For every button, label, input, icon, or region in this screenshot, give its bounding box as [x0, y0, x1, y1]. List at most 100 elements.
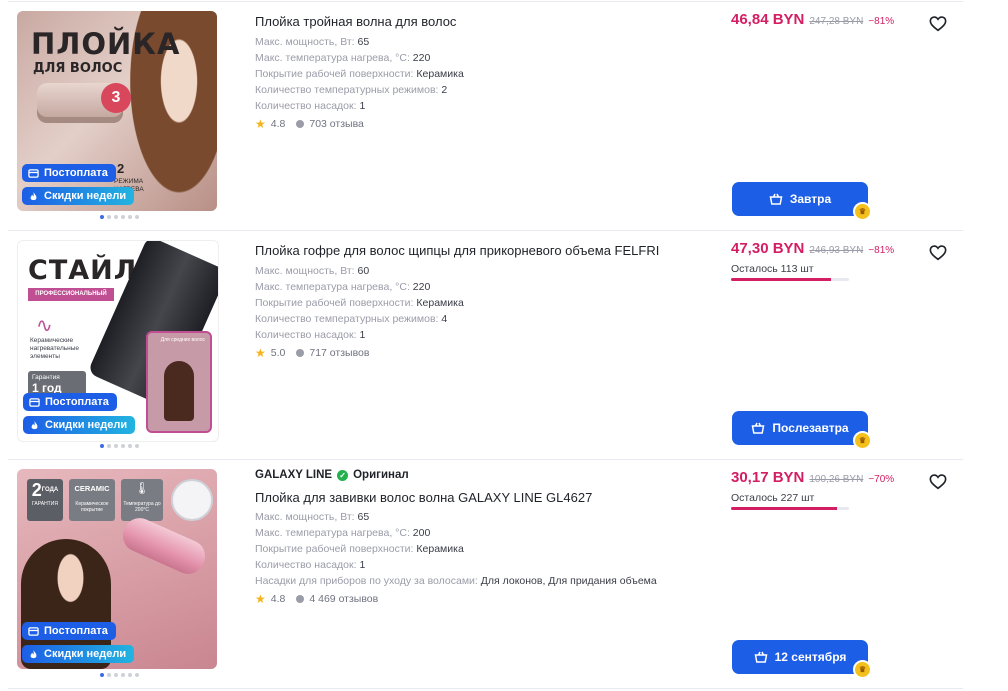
- rating-value: 5.0: [270, 347, 286, 359]
- divider: [8, 459, 963, 460]
- brand-name[interactable]: GALAXY LINE: [255, 469, 332, 481]
- rating-row[interactable]: ★ 5.0 717 отзывов: [255, 346, 369, 360]
- postpay-label: Постоплата: [44, 167, 108, 179]
- add-to-cart-button[interactable]: 12 сентября ♛: [732, 640, 872, 679]
- delivery-date-label: Послезавтра: [772, 421, 849, 435]
- crown-icon: ♛: [853, 660, 872, 679]
- stock-remaining: Осталось 227 шт: [731, 492, 815, 504]
- postpay-label: Постоплата: [44, 625, 108, 637]
- divider: [8, 688, 963, 689]
- original-label: Оригинал: [353, 469, 409, 481]
- quality-seal-icon: [171, 479, 213, 521]
- favorite-heart-icon[interactable]: [929, 244, 947, 262]
- check-icon: ✓: [337, 469, 349, 481]
- spec-row: Макс. мощность, Вт: 65: [255, 36, 370, 48]
- image-carousel-dots[interactable]: [100, 444, 139, 448]
- star-icon: ★: [255, 346, 266, 360]
- product-title[interactable]: Плойка тройная волна для волос: [255, 14, 456, 29]
- basket-icon: [769, 193, 783, 205]
- postpay-label: Постоплата: [45, 396, 109, 408]
- stock-bar-fill: [731, 278, 832, 281]
- spec-row: Макс. температура нагрева, °С: 200: [255, 527, 431, 539]
- price-old: 246,93 BYN: [809, 245, 864, 256]
- comment-icon: [296, 349, 305, 357]
- warranty-tag: 2ГОДА ГАРАНТИЯ: [27, 479, 63, 521]
- crown-icon: ♛: [853, 431, 872, 450]
- product-image[interactable]: 2ГОДА ГАРАНТИЯ CERAMIC Керамическое покр…: [17, 469, 217, 669]
- ceramic-tag: CERAMIC Керамическое покрытие: [69, 479, 115, 521]
- favorite-heart-icon[interactable]: [929, 15, 947, 33]
- brand-row[interactable]: GALAXY LINE ✓ Оригинал: [255, 469, 409, 481]
- spec-row: Количество температурных режимов: 2: [255, 84, 448, 96]
- stock-bar-fill: [731, 507, 838, 510]
- reviews-count: 4 469 отзывов: [309, 593, 379, 605]
- postpay-badge: Постоплата: [22, 622, 116, 640]
- comment-icon: [296, 595, 305, 603]
- postpay-badge: Постоплата: [22, 164, 116, 182]
- price-block: 46,84 BYN 247,28 BYN −81%: [731, 11, 894, 28]
- week-sale-badge: Скидки недели: [23, 416, 136, 434]
- postpay-badge: Постоплата: [23, 393, 117, 411]
- image-carousel-dots[interactable]: [100, 673, 139, 677]
- rating-row[interactable]: ★ 4.8 4 469 отзывов: [255, 592, 378, 606]
- price-block: 30,17 BYN 100,26 BYN −70%: [731, 469, 894, 486]
- pro-tag: ПРОФЕССИОНАЛЬНЫЙ: [28, 288, 114, 301]
- rating-value: 4.8: [270, 593, 286, 605]
- spec-row: Количество насадок: 1: [255, 329, 366, 341]
- card-icon: [29, 397, 40, 407]
- price-old: 247,28 BYN: [809, 16, 864, 27]
- price-block: 47,30 BYN 246,93 BYN −81%: [731, 240, 894, 257]
- discount-percent: −81%: [868, 245, 895, 256]
- image-carousel-dots[interactable]: [100, 215, 139, 219]
- divider: [8, 230, 963, 231]
- reviews-count: 703 отзыва: [309, 118, 364, 130]
- reviews-count: 717 отзывов: [309, 347, 370, 359]
- discount-percent: −81%: [868, 16, 895, 27]
- rating-value: 4.8: [270, 118, 286, 130]
- spec-row: Количество температурных режимов: 4: [255, 313, 448, 325]
- temperature-tag: 🌡 Температура до 200°С: [121, 479, 163, 521]
- thermometer-icon: 🌡: [134, 481, 150, 495]
- stock-bar: [731, 507, 849, 510]
- price-old: 100,26 BYN: [809, 474, 864, 485]
- waves-count-tag: 3: [101, 83, 131, 113]
- week-sale-badge: Скидки недели: [22, 645, 135, 663]
- fire-icon: [31, 420, 38, 429]
- product-title[interactable]: Плойка гофре для волос щипцы для прикорн…: [255, 243, 659, 258]
- add-to-cart-button[interactable]: Послезавтра ♛: [732, 411, 872, 450]
- basket-icon: [754, 651, 768, 663]
- divider: [8, 1, 963, 2]
- fire-icon: [30, 649, 37, 658]
- add-to-cart-button[interactable]: Завтра ♛: [732, 182, 872, 221]
- card-icon: [28, 626, 39, 636]
- week-sale-badge: Скидки недели: [22, 187, 135, 205]
- modes-tag: 2: [117, 161, 125, 176]
- product-image[interactable]: СТАЙЛЕР ПРОФЕССИОНАЛЬНЫЙ ∿ Керамические …: [17, 240, 219, 442]
- curler-illustration: [117, 512, 211, 580]
- spec-row: Макс. мощность, Вт: 65: [255, 511, 370, 523]
- crown-icon: ♛: [853, 202, 872, 221]
- stock-bar: [731, 278, 849, 281]
- delivery-date-label: Завтра: [789, 192, 832, 206]
- delivery-date-label: 12 сентября: [774, 650, 847, 664]
- spec-row: Покрытие рабочей поверхности: Керамика: [255, 68, 464, 80]
- price-current: 46,84 BYN: [731, 11, 805, 28]
- model-photo: Для средних волос: [146, 331, 212, 433]
- week-sale-label: Скидки недели: [44, 190, 127, 202]
- spec-row: Макс. мощность, Вт: 60: [255, 265, 370, 277]
- spec-row: Макс. температура нагрева, °С: 220: [255, 281, 431, 293]
- wave-icon: ∿: [36, 315, 53, 337]
- price-current: 47,30 BYN: [731, 240, 805, 257]
- spec-row: Покрытие рабочей поверхности: Керамика: [255, 297, 464, 309]
- discount-percent: −70%: [868, 474, 895, 485]
- star-icon: ★: [255, 117, 266, 131]
- product-title[interactable]: Плойка для завивки волос волна GALAXY LI…: [255, 490, 592, 505]
- price-current: 30,17 BYN: [731, 469, 805, 486]
- favorite-heart-icon[interactable]: [929, 473, 947, 491]
- spec-row: Количество насадок: 1: [255, 100, 366, 112]
- product-image[interactable]: ПЛОЙКА ДЛЯ ВОЛОС 3 2 РЕЖИМА НАГРЕВА Пост…: [17, 11, 217, 211]
- comment-icon: [296, 120, 305, 128]
- spec-row: Макс. температура нагрева, °С: 220: [255, 52, 431, 64]
- spec-row: Покрытие рабочей поверхности: Керамика: [255, 543, 464, 555]
- rating-row[interactable]: ★ 4.8 703 отзыва: [255, 117, 364, 131]
